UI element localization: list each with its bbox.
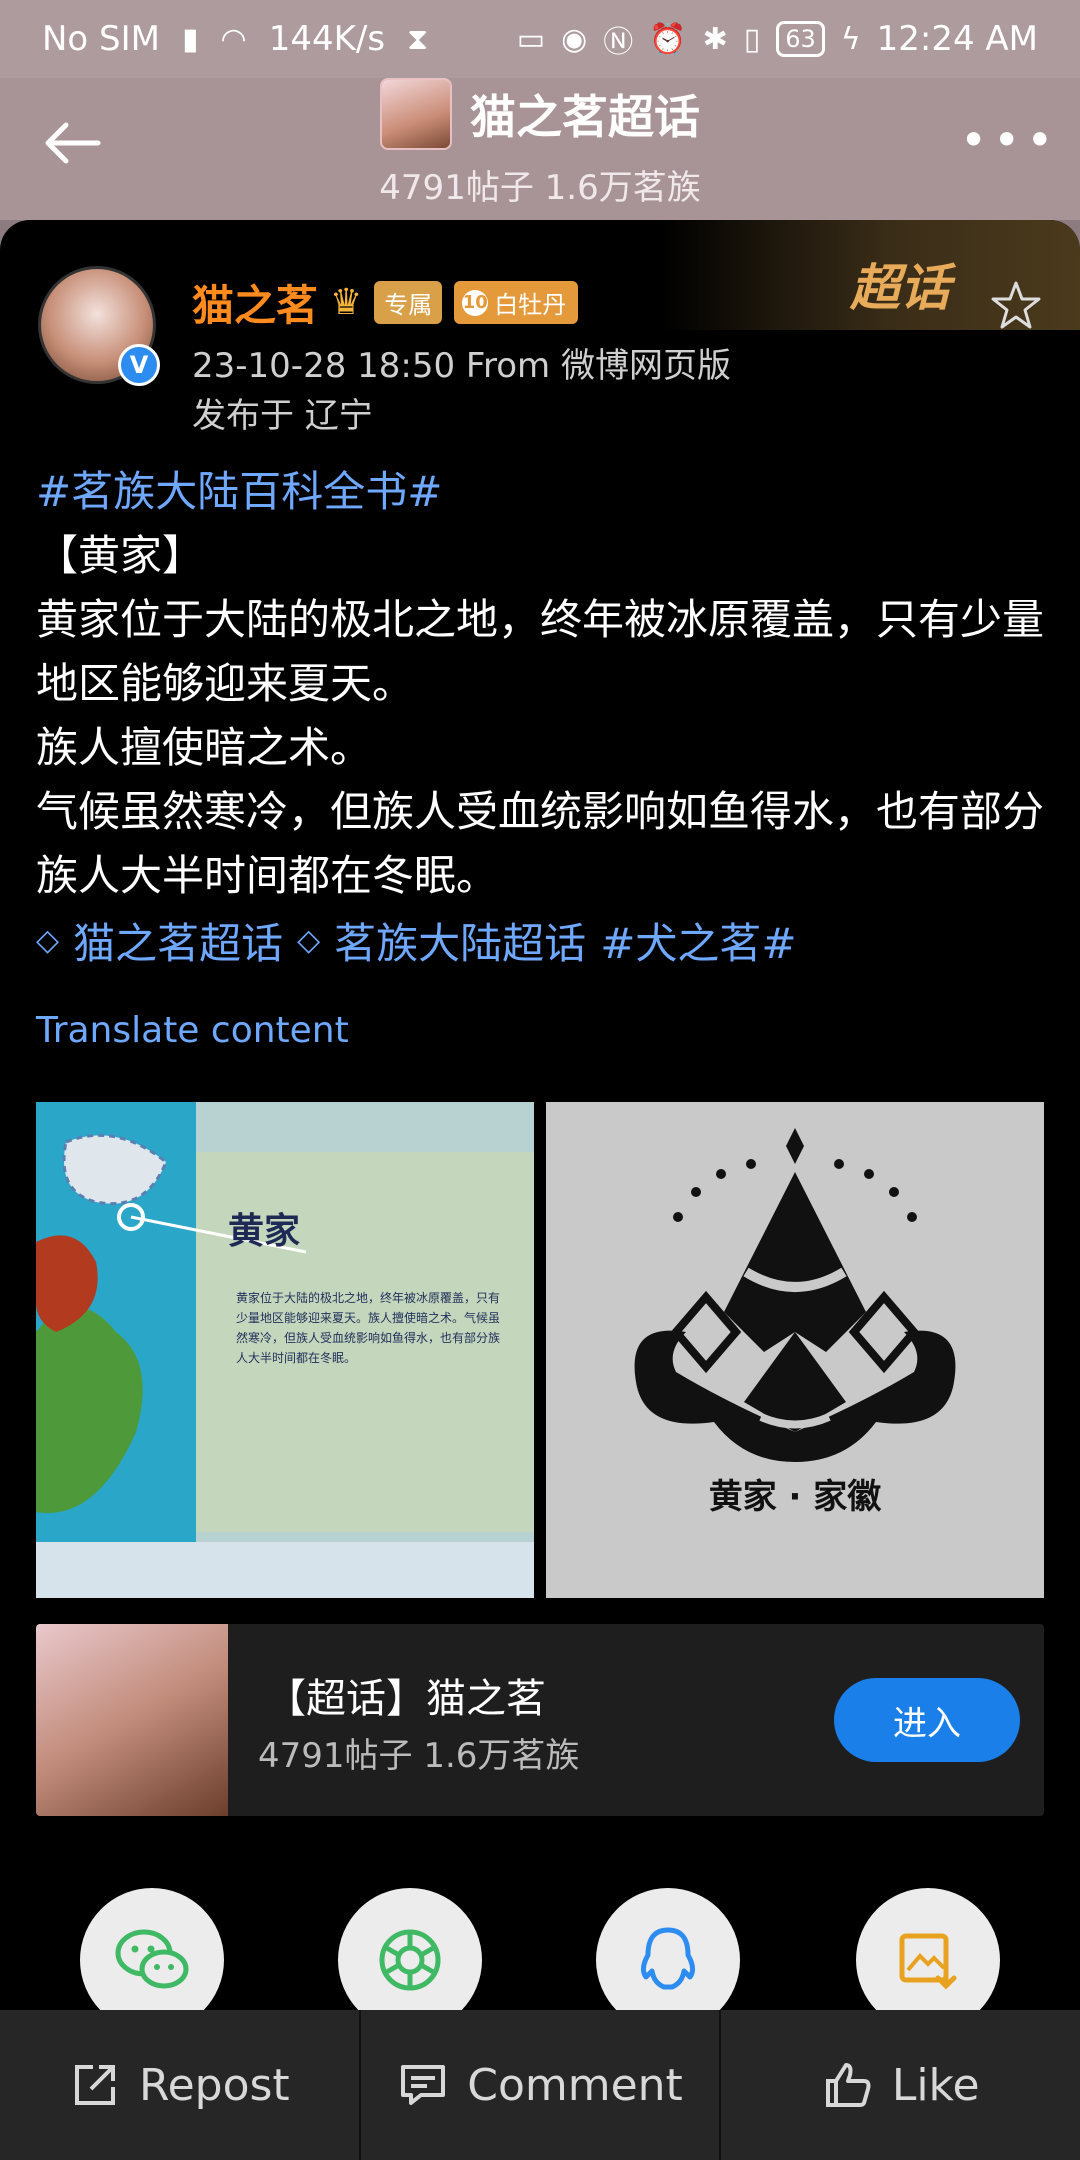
qq-icon — [640, 1927, 696, 1990]
nfc-icon: Ⓝ — [603, 25, 634, 60]
post-card: 超话 V 猫之茗 ♛ 专属 10 白牡丹 23-10-28 18:50 From… — [0, 220, 1080, 2010]
page-title: 猫之茗超话 — [470, 90, 700, 144]
charging-icon: ϟ — [840, 21, 861, 57]
diamond-icon: ◇ — [297, 923, 321, 958]
post-image-emblem[interactable]: 黄家 · 家徽 — [546, 1102, 1044, 1598]
like-label: Like — [891, 2059, 980, 2111]
level-badge: 10 白牡丹 — [454, 281, 579, 324]
family-emblem-icon — [634, 1128, 956, 1462]
alarm-icon: ⏰ — [649, 21, 687, 57]
hourglass-icon: ⧗ — [407, 21, 429, 57]
diamond-icon: ◇ — [36, 923, 60, 958]
post-line: 黄家位于大陆的极北之地，终年被冰原覆盖，只有少量地区能够迎来夏天。 — [36, 595, 1045, 708]
wifi-icon: ◠ — [220, 21, 247, 57]
page-subtitle: 4791帖子 1.6万茗族 — [379, 168, 701, 208]
repost-label: Repost — [138, 2059, 290, 2111]
share-moments-button[interactable] — [338, 1888, 482, 2010]
level-number: 10 — [462, 289, 489, 316]
repost-icon — [74, 2065, 115, 2105]
cast-icon: ▭ — [516, 21, 546, 57]
repost-button[interactable]: Repost — [0, 2010, 361, 2160]
favorite-button[interactable] — [988, 278, 1044, 334]
supertopic-stats: 4791帖子 1.6万茗族 — [258, 1736, 580, 1776]
post-meta: 23-10-28 18:50 From 微博网页版 — [192, 346, 731, 386]
comment-label: Comment — [467, 2059, 683, 2111]
moments-icon — [379, 1929, 441, 1991]
supertopic-link-1[interactable]: 猫之茗超话 — [73, 910, 283, 971]
network-speed: 144K/s — [268, 19, 386, 59]
vibrate-icon: ▯ — [743, 21, 761, 57]
clock: 12:24 AM — [876, 19, 1038, 59]
post-line: 【黄家】 — [36, 531, 205, 580]
save-image-icon — [899, 1933, 957, 1990]
post-text: #茗族大陆百科全书# 【黄家】 黄家位于大陆的极北之地，终年被冰原覆盖，只有少量… — [36, 460, 1046, 908]
share-wechat-button[interactable] — [80, 1888, 224, 2010]
hashtag-link[interactable]: #犬之茗# — [600, 910, 796, 971]
wechat-icon — [115, 1929, 189, 1989]
top-header: 猫之茗超话 4791帖子 1.6万茗族 ••• — [0, 78, 1080, 220]
map-description: 黄家位于大陆的极北之地，终年被冰原覆盖，只有少量地区能够迎来夏天。族人擅使暗之术… — [236, 1291, 501, 1365]
author-name[interactable]: 猫之茗 — [192, 272, 318, 333]
sim-alert-icon: ▮ — [182, 21, 199, 57]
supertopic-card[interactable]: 【超话】猫之茗 4791帖子 1.6万茗族 进入 — [36, 1624, 1044, 1816]
supertopic-avatar — [380, 78, 452, 150]
post-image-map[interactable]: 黄家 黄家位于大陆的极北之地，终年被冰原覆盖，只有少量地区能够迎来夏天。族人擅使… — [36, 1102, 534, 1598]
topic-tag-link[interactable]: #茗族大陆百科全书# — [36, 460, 1046, 524]
post-links: ◇ 猫之茗超话 ◇ 茗族大陆超话 #犬之茗# — [36, 910, 797, 971]
comment-icon — [401, 2065, 446, 2105]
battery-level: 63 — [776, 21, 825, 57]
save-image-button[interactable] — [856, 1888, 1000, 2010]
emblem-caption: 黄家 · 家徽 — [708, 1477, 882, 1517]
verified-icon: V — [118, 344, 160, 386]
like-button[interactable]: Like — [721, 2010, 1080, 2160]
map-region-title: 黄家 — [228, 1211, 301, 1252]
share-row — [0, 1888, 1080, 2010]
crown-icon: ♛ — [330, 282, 363, 323]
post-line: 族人擅使暗之术。 — [36, 723, 373, 772]
supertopic-thumbnail — [36, 1624, 228, 1816]
supertopic-label: 超话 — [850, 259, 950, 317]
supertopic-name: 【超话】猫之茗 — [266, 1676, 546, 1722]
thumbs-up-icon — [825, 2063, 871, 2107]
supertopic-link-2[interactable]: 茗族大陆超话 — [334, 910, 586, 971]
eye-icon: ◉ — [561, 21, 588, 57]
post-line: 气候虽然寒冷，但族人受血统影响如鱼得水，也有部分族人大半时间都在冬眠。 — [36, 787, 1045, 900]
more-options-button[interactable]: ••• — [960, 108, 1053, 178]
enter-button[interactable]: 进入 — [834, 1678, 1020, 1762]
bluetooth-icon: ✱ — [702, 21, 728, 57]
post-location: 发布于 辽宁 — [192, 396, 373, 436]
comment-button[interactable]: Comment — [361, 2010, 722, 2160]
status-bar: No SIM ▮ ◠ 144K/s ⧗ ▭ ◉ Ⓝ ⏰ ✱ ▯ 63 ϟ 12:… — [0, 0, 1080, 78]
translate-link[interactable]: Translate content — [36, 1010, 349, 1051]
level-badge-label: 白牡丹 — [494, 291, 567, 319]
exclusive-badge: 专属 — [374, 281, 443, 324]
carrier-label: No SIM — [42, 19, 160, 59]
bottom-action-bar: Repost Comment Like — [0, 2010, 1080, 2160]
star-icon — [991, 281, 1041, 329]
share-qq-button[interactable] — [596, 1888, 740, 2010]
